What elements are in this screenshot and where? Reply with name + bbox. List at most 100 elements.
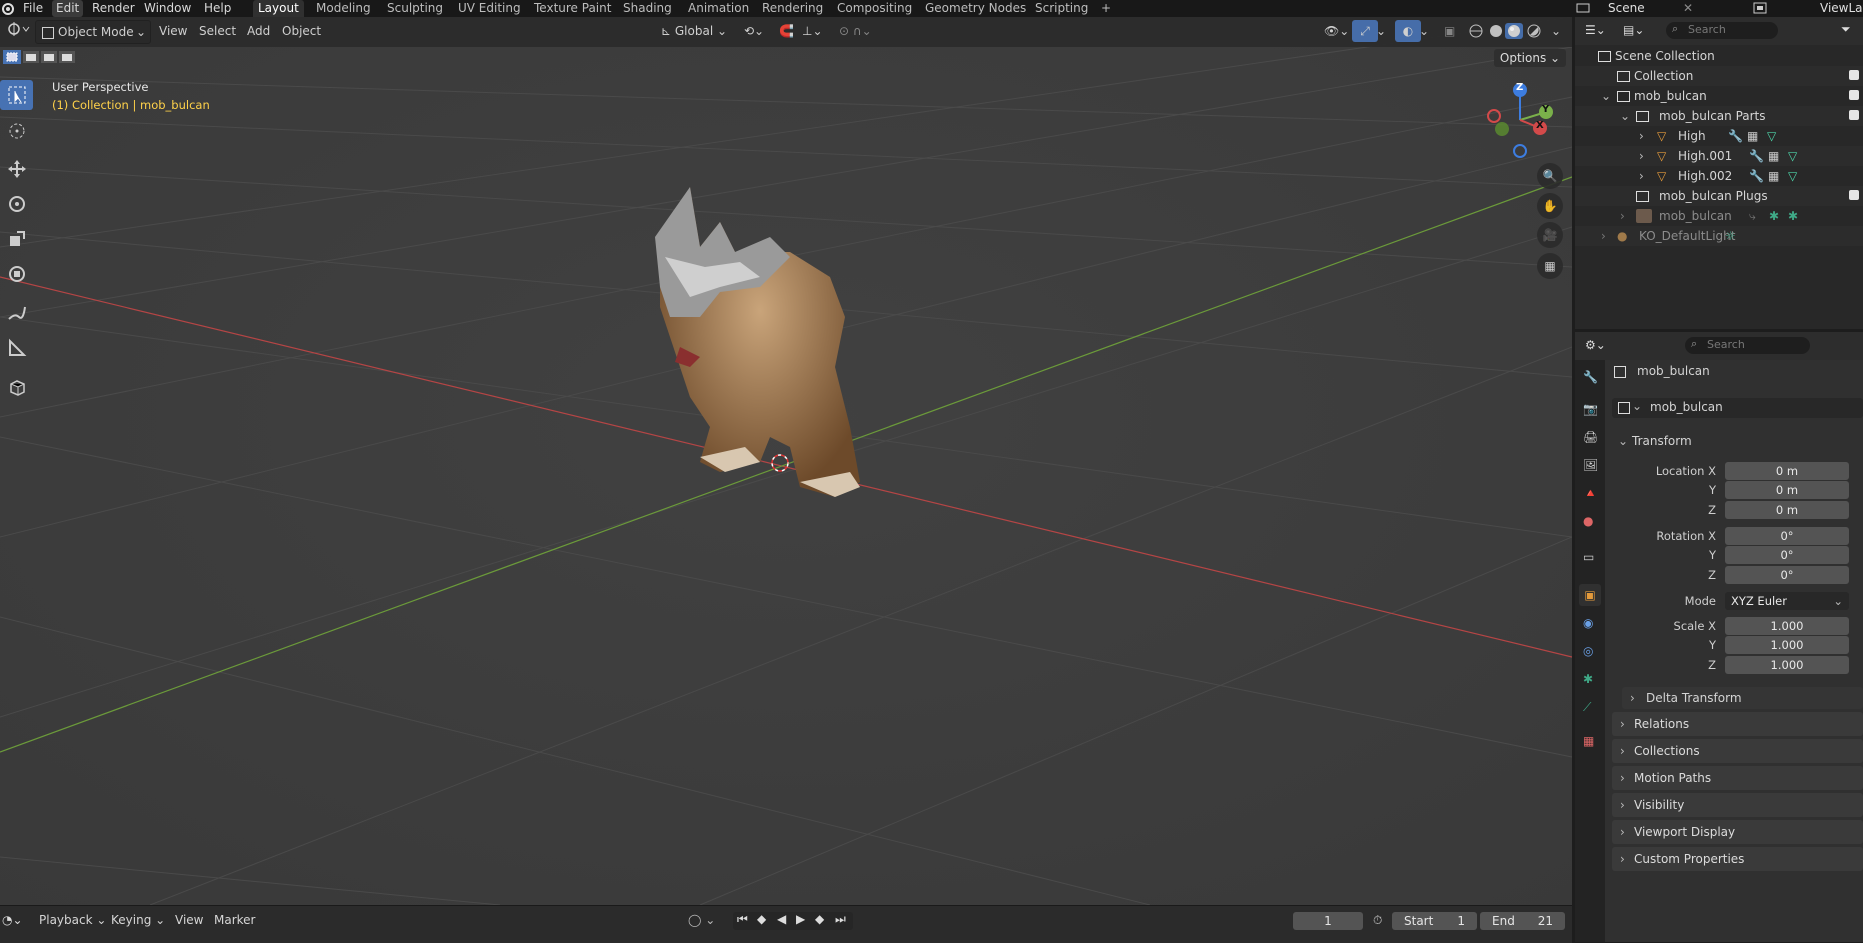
gizmo-dropdown-icon[interactable]: ⌄ <box>1372 20 1390 42</box>
workspace-tab-layout[interactable]: Layout <box>253 0 304 17</box>
start-frame-field[interactable]: Start 1 <box>1392 912 1477 930</box>
workspace-tab-uv-editing[interactable]: UV Editing <box>453 0 526 17</box>
jump-to-end-icon[interactable]: ⏭ <box>835 912 846 927</box>
menu-edit[interactable]: Edit <box>52 0 84 17</box>
viewlayer-selector[interactable]: ViewLayer <box>1753 0 1863 17</box>
timeline-editor-icon[interactable]: ◔⌄ <box>2 910 23 930</box>
tool-tab-icon[interactable]: 🔧 <box>1583 370 1598 384</box>
outliner-row-mob-bulcan-plugs[interactable]: mob_bulcan Plugs <box>1575 186 1863 206</box>
rotate-tool[interactable] <box>0 189 33 219</box>
workspace-tab-shading[interactable]: Shading <box>618 0 677 17</box>
menu-keying[interactable]: Keying ⌄ <box>111 910 165 930</box>
visibility-panel[interactable]: › Visibility <box>1612 793 1863 817</box>
custom-properties-panel[interactable]: › Custom Properties <box>1612 847 1863 871</box>
relations-panel[interactable]: › Relations <box>1612 712 1863 736</box>
annotate-tool[interactable] <box>0 298 33 328</box>
modifier-tab-icon[interactable]: ◉ <box>1583 616 1593 630</box>
navigation-gizmo[interactable]: Z Y X <box>1480 78 1560 160</box>
workspace-tab-animation[interactable]: Animation <box>683 0 754 17</box>
delta-transform-subpanel[interactable]: › Delta Transform <box>1622 687 1863 709</box>
menu-object[interactable]: Object <box>278 20 325 42</box>
display-mode-icon[interactable]: ▤⌄ <box>1623 23 1644 37</box>
constraints-tab-icon[interactable]: ✱ <box>1583 672 1593 686</box>
options-button[interactable]: Options ⌄ <box>1494 49 1566 67</box>
measure-tool[interactable] <box>0 333 33 363</box>
proportional-editing-icon[interactable]: ⊙ ∩⌄ <box>835 20 876 42</box>
menu-select[interactable]: Select <box>195 20 240 42</box>
blender-logo-icon[interactable] <box>1 1 15 15</box>
menu-help[interactable]: Help <box>200 0 235 17</box>
3d-viewport[interactable] <box>0 17 1572 905</box>
render-tab-icon[interactable]: 📷 <box>1583 402 1598 416</box>
menu-view[interactable]: View <box>175 910 203 930</box>
workspace-tab-scripting[interactable]: Scripting <box>1030 0 1093 17</box>
physics-tab-icon[interactable]: ◎ <box>1583 644 1593 658</box>
rotation-mode-dropdown[interactable]: XYZ Euler ⌄ <box>1725 592 1849 610</box>
camera-view-button[interactable]: 🎥 <box>1537 222 1563 248</box>
workspace-tab-texture-paint[interactable]: Texture Paint <box>529 0 616 17</box>
shading-dropdown-icon[interactable]: ⌄ <box>1547 20 1565 42</box>
menu-marker[interactable]: Marker <box>214 910 255 930</box>
pin-icon[interactable]: ✕ <box>1683 0 1693 16</box>
cursor-tool[interactable] <box>0 116 33 146</box>
texture-tab-icon[interactable]: ▦ <box>1583 734 1594 748</box>
menu-add[interactable]: Add <box>243 20 274 42</box>
menu-render[interactable]: Render <box>88 0 139 17</box>
menu-window[interactable]: Window <box>140 0 195 17</box>
filter-icon[interactable]: ⏷ <box>1841 22 1851 37</box>
end-frame-field[interactable]: End 21 <box>1480 912 1565 930</box>
add-workspace-button[interactable]: + <box>1096 0 1116 17</box>
outliner-search-input[interactable]: ⌕ Search <box>1666 22 1778 39</box>
scale-x-field[interactable]: 1.000 <box>1725 617 1849 635</box>
rotation-y-field[interactable]: 0° <box>1725 546 1849 564</box>
viewport-display-panel[interactable]: › Viewport Display <box>1612 820 1863 844</box>
jump-to-keyframe-forward-icon[interactable]: ◆ <box>815 912 824 926</box>
scale-y-field[interactable]: 1.000 <box>1725 636 1849 654</box>
view-layer-tab-icon[interactable]: 🖼 <box>1583 458 1598 472</box>
properties-editor-icon[interactable]: ⚙⌄ <box>1585 338 1606 352</box>
object-tab-icon[interactable]: ▣ <box>1579 584 1601 606</box>
move-tool[interactable] <box>0 154 33 184</box>
menu-playback[interactable]: Playback ⌄ <box>39 910 106 930</box>
properties-search-input[interactable]: ⌕ Search <box>1685 337 1810 354</box>
world-tab-icon[interactable]: ● <box>1583 514 1593 528</box>
rotation-z-field[interactable]: 0° <box>1725 566 1849 584</box>
workspace-tab-compositing[interactable]: Compositing <box>832 0 917 17</box>
exclude-checkbox[interactable] <box>1849 190 1859 200</box>
transform-tool[interactable] <box>0 259 33 289</box>
exclude-checkbox[interactable] <box>1849 90 1859 100</box>
workspace-tab-geometry-nodes[interactable]: Geometry Nodes <box>920 0 1031 17</box>
xray-toggle-icon[interactable]: ▣ <box>1440 20 1459 42</box>
outliner-row-high-002[interactable]: › ▽ High.002 🔧 ▦ ▽ <box>1575 166 1863 186</box>
workspace-tab-rendering[interactable]: Rendering <box>757 0 828 17</box>
outliner-row-collection[interactable]: Collection <box>1575 66 1863 86</box>
workspace-tab-sculpting[interactable]: Sculpting <box>382 0 448 17</box>
workspace-tab-modeling[interactable]: Modeling <box>311 0 376 17</box>
outliner-editor-icon[interactable]: ☰⌄ <box>1585 23 1606 37</box>
scene-tab-icon[interactable]: 🔺 <box>1583 486 1598 500</box>
transform-orientation-dropdown[interactable]: ⊾ Global ⌄ <box>657 20 740 42</box>
jump-to-start-icon[interactable]: ⏮ <box>737 912 748 927</box>
exclude-checkbox[interactable] <box>1849 70 1859 80</box>
location-y-field[interactable]: 0 m <box>1725 481 1849 499</box>
pivot-point-icon[interactable]: ⟲⌄ <box>740 20 768 42</box>
overlays-dropdown-icon[interactable]: ⌄ <box>1415 20 1433 42</box>
outliner-row-scene-collection[interactable]: Scene Collection <box>1575 46 1863 66</box>
outliner-row-high[interactable]: › ▽ High 🔧 ▦ ▽ <box>1575 126 1863 146</box>
snap-icon[interactable]: 🧲 <box>775 20 798 42</box>
outliner-row-high-001[interactable]: › ▽ High.001 🔧 ▦ ▽ <box>1575 146 1863 166</box>
play-reverse-icon[interactable]: ◀ <box>777 912 786 926</box>
motion-paths-panel[interactable]: › Motion Paths <box>1612 766 1863 790</box>
location-x-field[interactable]: 0 m <box>1725 462 1849 480</box>
transform-panel-header[interactable]: ⌄ Transform <box>1612 431 1863 451</box>
outliner-row-mob-bulcan-parts[interactable]: ⌄ mob_bulcan Parts <box>1575 106 1863 126</box>
pan-button[interactable]: ✋ <box>1537 193 1563 219</box>
add-cube-tool[interactable] <box>0 372 33 402</box>
visibility-icon[interactable]: 👁⌄ <box>1320 20 1353 42</box>
jump-to-keyframe-back-icon[interactable]: ◆ <box>757 912 766 926</box>
menu-view[interactable]: View <box>155 20 191 42</box>
scale-tool[interactable] <box>0 224 33 254</box>
rotation-x-field[interactable]: 0° <box>1725 527 1849 545</box>
snap-target-icon[interactable]: ⊥⌄ <box>798 20 827 42</box>
object-datablock-field[interactable]: ⌄ mob_bulcan <box>1612 398 1863 418</box>
